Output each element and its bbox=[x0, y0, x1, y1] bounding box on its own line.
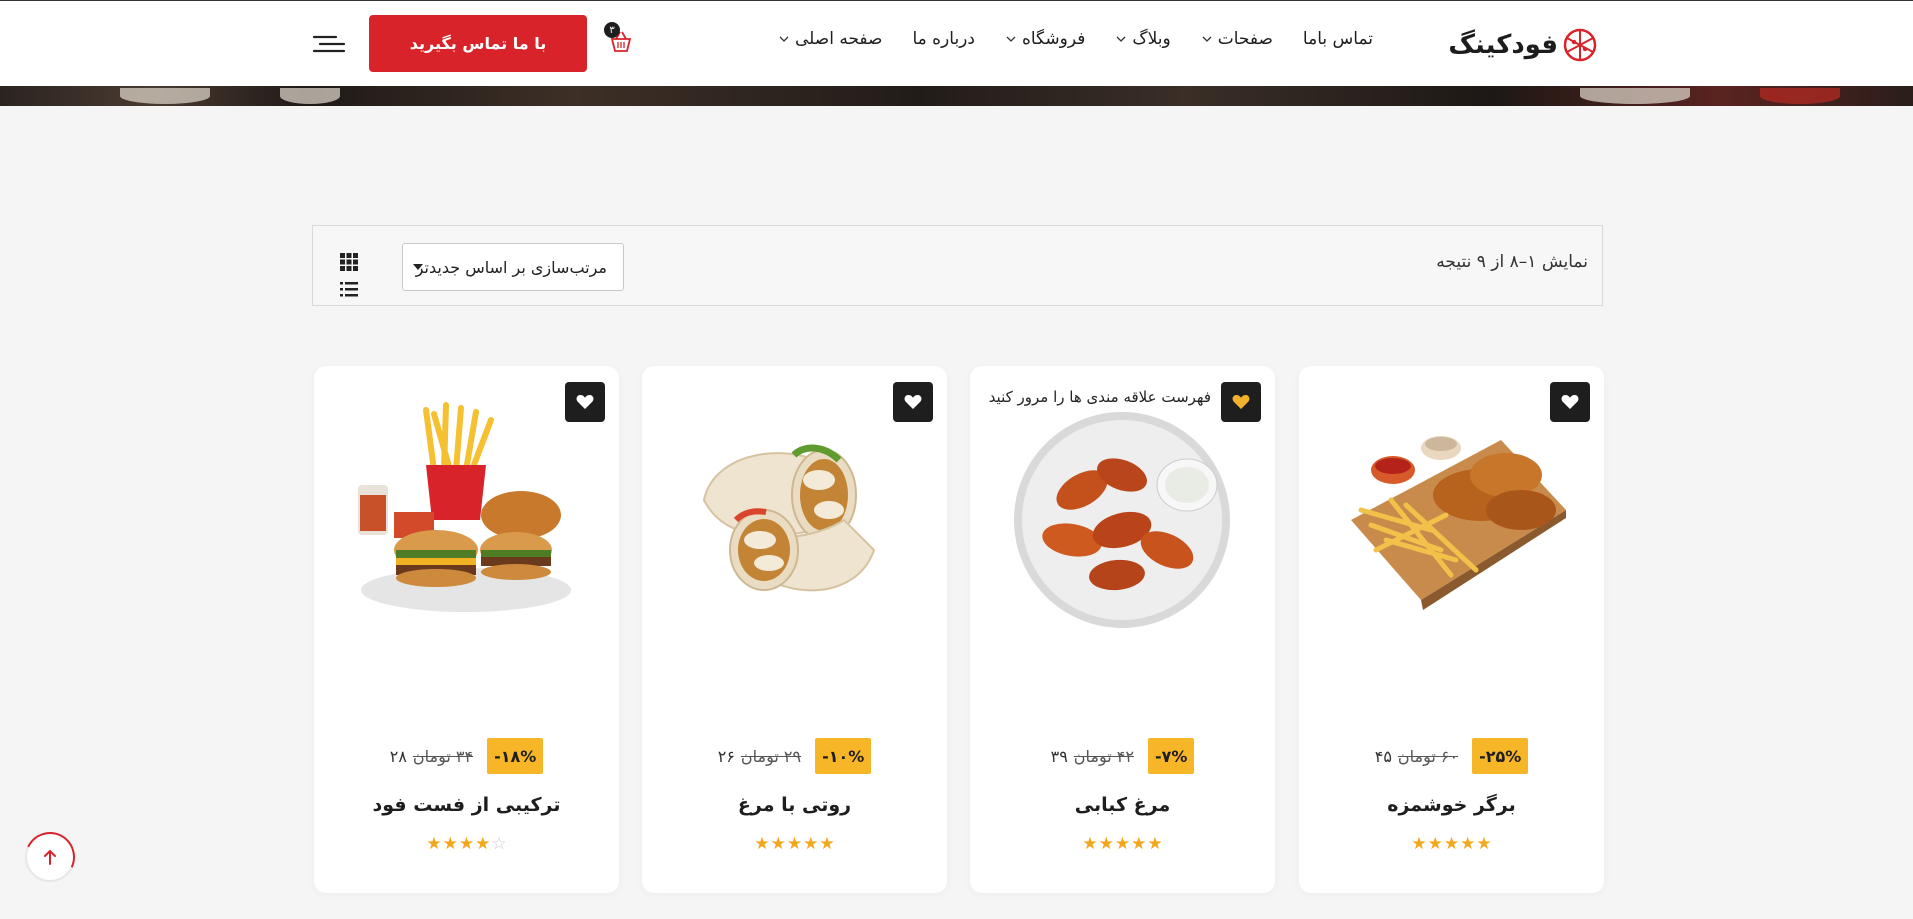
product-image bbox=[1351, 436, 1566, 610]
star-icon: ★ bbox=[1460, 834, 1476, 854]
nav-item-contact[interactable]: تماس باما bbox=[1303, 29, 1373, 49]
star-icon: ★ bbox=[1147, 834, 1163, 854]
nav-item-label: صفحه اصلی bbox=[794, 29, 883, 49]
star-icon: ☆ bbox=[491, 834, 507, 854]
star-rating: ★ ★ ★ ★ ★ bbox=[970, 836, 1275, 853]
product-card[interactable]: فهرست علاقه مندی ها را مرور کنید -۷% ۴۲ … bbox=[970, 366, 1275, 893]
star-icon: ★ bbox=[754, 834, 770, 854]
current-price: ۲۸ bbox=[389, 746, 407, 766]
product-name[interactable]: ترکیبی از فست فود bbox=[314, 794, 619, 816]
nav-item-label: تماس باما bbox=[1302, 29, 1373, 49]
chevron-down-icon bbox=[1005, 33, 1017, 45]
product-card[interactable]: -۲۵% ۶۰ تومان ۴۵ برگر خوشمزه ★ ★ ★ ★ ★ bbox=[1299, 366, 1604, 893]
discount-badge: -۱۸% bbox=[487, 738, 544, 774]
chevron-down-icon bbox=[1201, 33, 1213, 45]
product-image bbox=[1014, 412, 1230, 628]
discount-badge: -۲۵% bbox=[1472, 738, 1529, 774]
scroll-to-top-button[interactable] bbox=[25, 832, 75, 882]
cart-count-badge: ۳ bbox=[604, 22, 620, 38]
product-name[interactable]: برگر خوشمزه bbox=[1299, 794, 1604, 816]
star-icon: ★ bbox=[458, 834, 475, 854]
product-name[interactable]: روتی با مرغ bbox=[642, 794, 947, 816]
star-rating: ★ ★ ★ ★ ★ bbox=[642, 836, 947, 853]
star-rating: ★ ★ ★ ★ ☆ bbox=[314, 836, 619, 853]
nav-item-home[interactable]: صفحه اصلی bbox=[778, 29, 882, 49]
star-rating: ★ ★ ★ ★ ★ bbox=[1299, 836, 1604, 853]
list-view-icon[interactable] bbox=[340, 281, 358, 297]
star-icon: ★ bbox=[819, 834, 835, 854]
shop-toolbar: نمایش ۱–۸ از ۹ نتیجه مرتب‌سازی بر اساس ج… bbox=[312, 225, 1603, 306]
star-icon: ★ bbox=[1114, 834, 1131, 854]
caret-down-icon bbox=[413, 264, 423, 270]
product-card[interactable]: -۱۸% ۳۴ تومان ۲۸ ترکیبی از فست فود ★ ★ ★ ★ ☆ bbox=[314, 366, 619, 893]
chevron-down-icon bbox=[1115, 33, 1127, 45]
logo-text: فودکینگ bbox=[1448, 30, 1558, 60]
nav-item-label: صفحات bbox=[1217, 29, 1273, 49]
price-row: -۱۰% ۲۹ تومان ۲۶ bbox=[642, 738, 947, 774]
star-icon: ★ bbox=[1443, 834, 1460, 854]
hero-image-strip bbox=[0, 86, 1913, 106]
cart-button[interactable]: ۳ bbox=[604, 22, 636, 55]
star-icon: ★ bbox=[1411, 834, 1427, 854]
nav-item-shop[interactable]: فروشگاه bbox=[1005, 29, 1085, 49]
product-name[interactable]: مرغ کبابی bbox=[970, 794, 1275, 816]
sort-dropdown[interactable]: مرتب‌سازی بر اساس جدیدتر bbox=[402, 243, 624, 291]
star-icon: ★ bbox=[475, 834, 491, 854]
star-icon: ★ bbox=[1082, 834, 1098, 854]
sort-selected-value: مرتب‌سازی بر اساس جدیدتر bbox=[415, 257, 607, 277]
nav-item-label: درباره ما bbox=[912, 29, 975, 49]
nav-item-pages[interactable]: صفحات bbox=[1201, 29, 1273, 49]
star-icon: ★ bbox=[1131, 834, 1147, 854]
star-icon: ★ bbox=[770, 834, 786, 854]
discount-badge: -۱۰% bbox=[815, 738, 872, 774]
product-card[interactable]: -۱۰% ۲۹ تومان ۲۶ روتی با مرغ ★ ★ ★ ★ ★ bbox=[642, 366, 947, 893]
current-price: ۲۶ bbox=[717, 746, 735, 766]
price-row: -۲۵% ۶۰ تومان ۴۵ bbox=[1299, 738, 1604, 774]
main-nav: صفحه اصلی درباره ما فروشگاه وبلاگ صفحات … bbox=[778, 29, 1373, 49]
star-icon: ★ bbox=[803, 834, 819, 854]
old-price: ۲۹ تومان bbox=[740, 746, 802, 766]
nav-item-about[interactable]: درباره ما bbox=[912, 29, 975, 49]
product-image bbox=[358, 402, 571, 612]
old-price: ۳۴ تومان bbox=[412, 746, 474, 766]
grid-view-icon[interactable] bbox=[340, 253, 358, 271]
old-price: ۴۲ تومان bbox=[1073, 746, 1134, 766]
nav-item-label: فروشگاه bbox=[1021, 29, 1086, 49]
star-icon: ★ bbox=[786, 834, 803, 854]
nav-item-blog[interactable]: وبلاگ bbox=[1115, 29, 1171, 49]
hamburger-menu-icon[interactable] bbox=[312, 31, 346, 57]
star-icon: ★ bbox=[442, 834, 458, 854]
nav-item-label: وبلاگ bbox=[1132, 29, 1171, 49]
star-icon: ★ bbox=[426, 834, 442, 854]
product-image bbox=[702, 444, 876, 592]
current-price: ۳۹ bbox=[1050, 746, 1068, 766]
contact-us-button[interactable]: با ما تماس بگیرید bbox=[369, 15, 587, 72]
arrow-up-icon bbox=[44, 849, 56, 865]
star-icon: ★ bbox=[1427, 834, 1443, 854]
site-logo[interactable]: فودکینگ bbox=[1448, 27, 1598, 63]
discount-badge: -۷% bbox=[1147, 738, 1195, 774]
site-header: فودکینگ صفحه اصلی درباره ما فروشگاه وبلا… bbox=[0, 0, 1913, 86]
result-count: نمایش ۱–۸ از ۹ نتیجه bbox=[1436, 252, 1588, 272]
price-row: -۷% ۴۲ تومان ۳۹ bbox=[970, 738, 1275, 774]
price-row: -۱۸% ۳۴ تومان ۲۸ bbox=[314, 738, 619, 774]
logo-icon bbox=[1563, 28, 1597, 62]
star-icon: ★ bbox=[1098, 834, 1114, 854]
chevron-down-icon bbox=[778, 33, 790, 45]
current-price: ۴۵ bbox=[1374, 746, 1392, 766]
star-icon: ★ bbox=[1476, 834, 1492, 854]
old-price: ۶۰ تومان bbox=[1397, 746, 1459, 766]
